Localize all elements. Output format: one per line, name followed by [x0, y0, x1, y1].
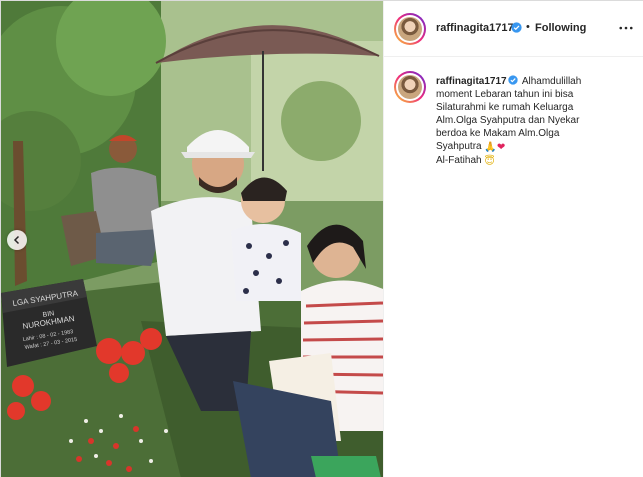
caption-line-2: moment Lebaran tahun ini bisa	[436, 89, 574, 100]
photo-illustration: LGA SYAHPUTRA BIN NUROKHMAN Lahir : 08 -…	[1, 1, 383, 477]
caption-line-5: berdoa ke Makam Alm.Olga	[436, 128, 560, 139]
instagram-post-frame: LGA SYAHPUTRA BIN NUROKHMAN Lahir : 08 -…	[0, 0, 643, 477]
more-horizontal-icon	[619, 26, 633, 30]
caption-text: raffinagita1717 Alhamdulillah moment Leb…	[436, 75, 636, 168]
caption-username-link[interactable]: raffinagita1717	[436, 76, 507, 87]
caption-line-1: Alhamdulillah	[521, 76, 582, 87]
caption-avatar[interactable]	[394, 71, 426, 103]
header-separator: •	[526, 21, 530, 33]
post-photo[interactable]: LGA SYAHPUTRA BIN NUROKHMAN Lahir : 08 -…	[1, 1, 383, 477]
post-side-panel: raffinagita1717 • Following raffinagita1…	[383, 1, 643, 477]
carousel-prev-button[interactable]	[7, 230, 27, 250]
smile-emoji-icon: 😇	[484, 156, 495, 167]
caption-line-3: Silaturahmi ke rumah Keluarga	[436, 102, 574, 113]
header-username-link[interactable]: raffinagita1717	[436, 22, 514, 34]
avatar-image	[398, 17, 422, 41]
chevron-left-icon	[13, 235, 20, 245]
caption-line-6: Syahputra	[436, 141, 482, 152]
post-header: raffinagita1717 • Following	[384, 1, 643, 57]
caption-line-7: Al-Fatihah	[436, 155, 482, 166]
avatar[interactable]	[394, 13, 426, 45]
caption-avatar-image	[398, 75, 422, 99]
heart-emoji-icon: ❤	[496, 142, 506, 153]
more-options-button[interactable]	[616, 18, 636, 38]
caption-line-4: Alm.Olga Syahputra dan Nyekar	[436, 115, 580, 126]
verified-badge-icon	[511, 22, 522, 33]
following-button[interactable]: Following	[535, 22, 586, 34]
pray-emoji-icon: 🙏	[484, 142, 497, 153]
verified-badge-icon	[507, 75, 518, 85]
